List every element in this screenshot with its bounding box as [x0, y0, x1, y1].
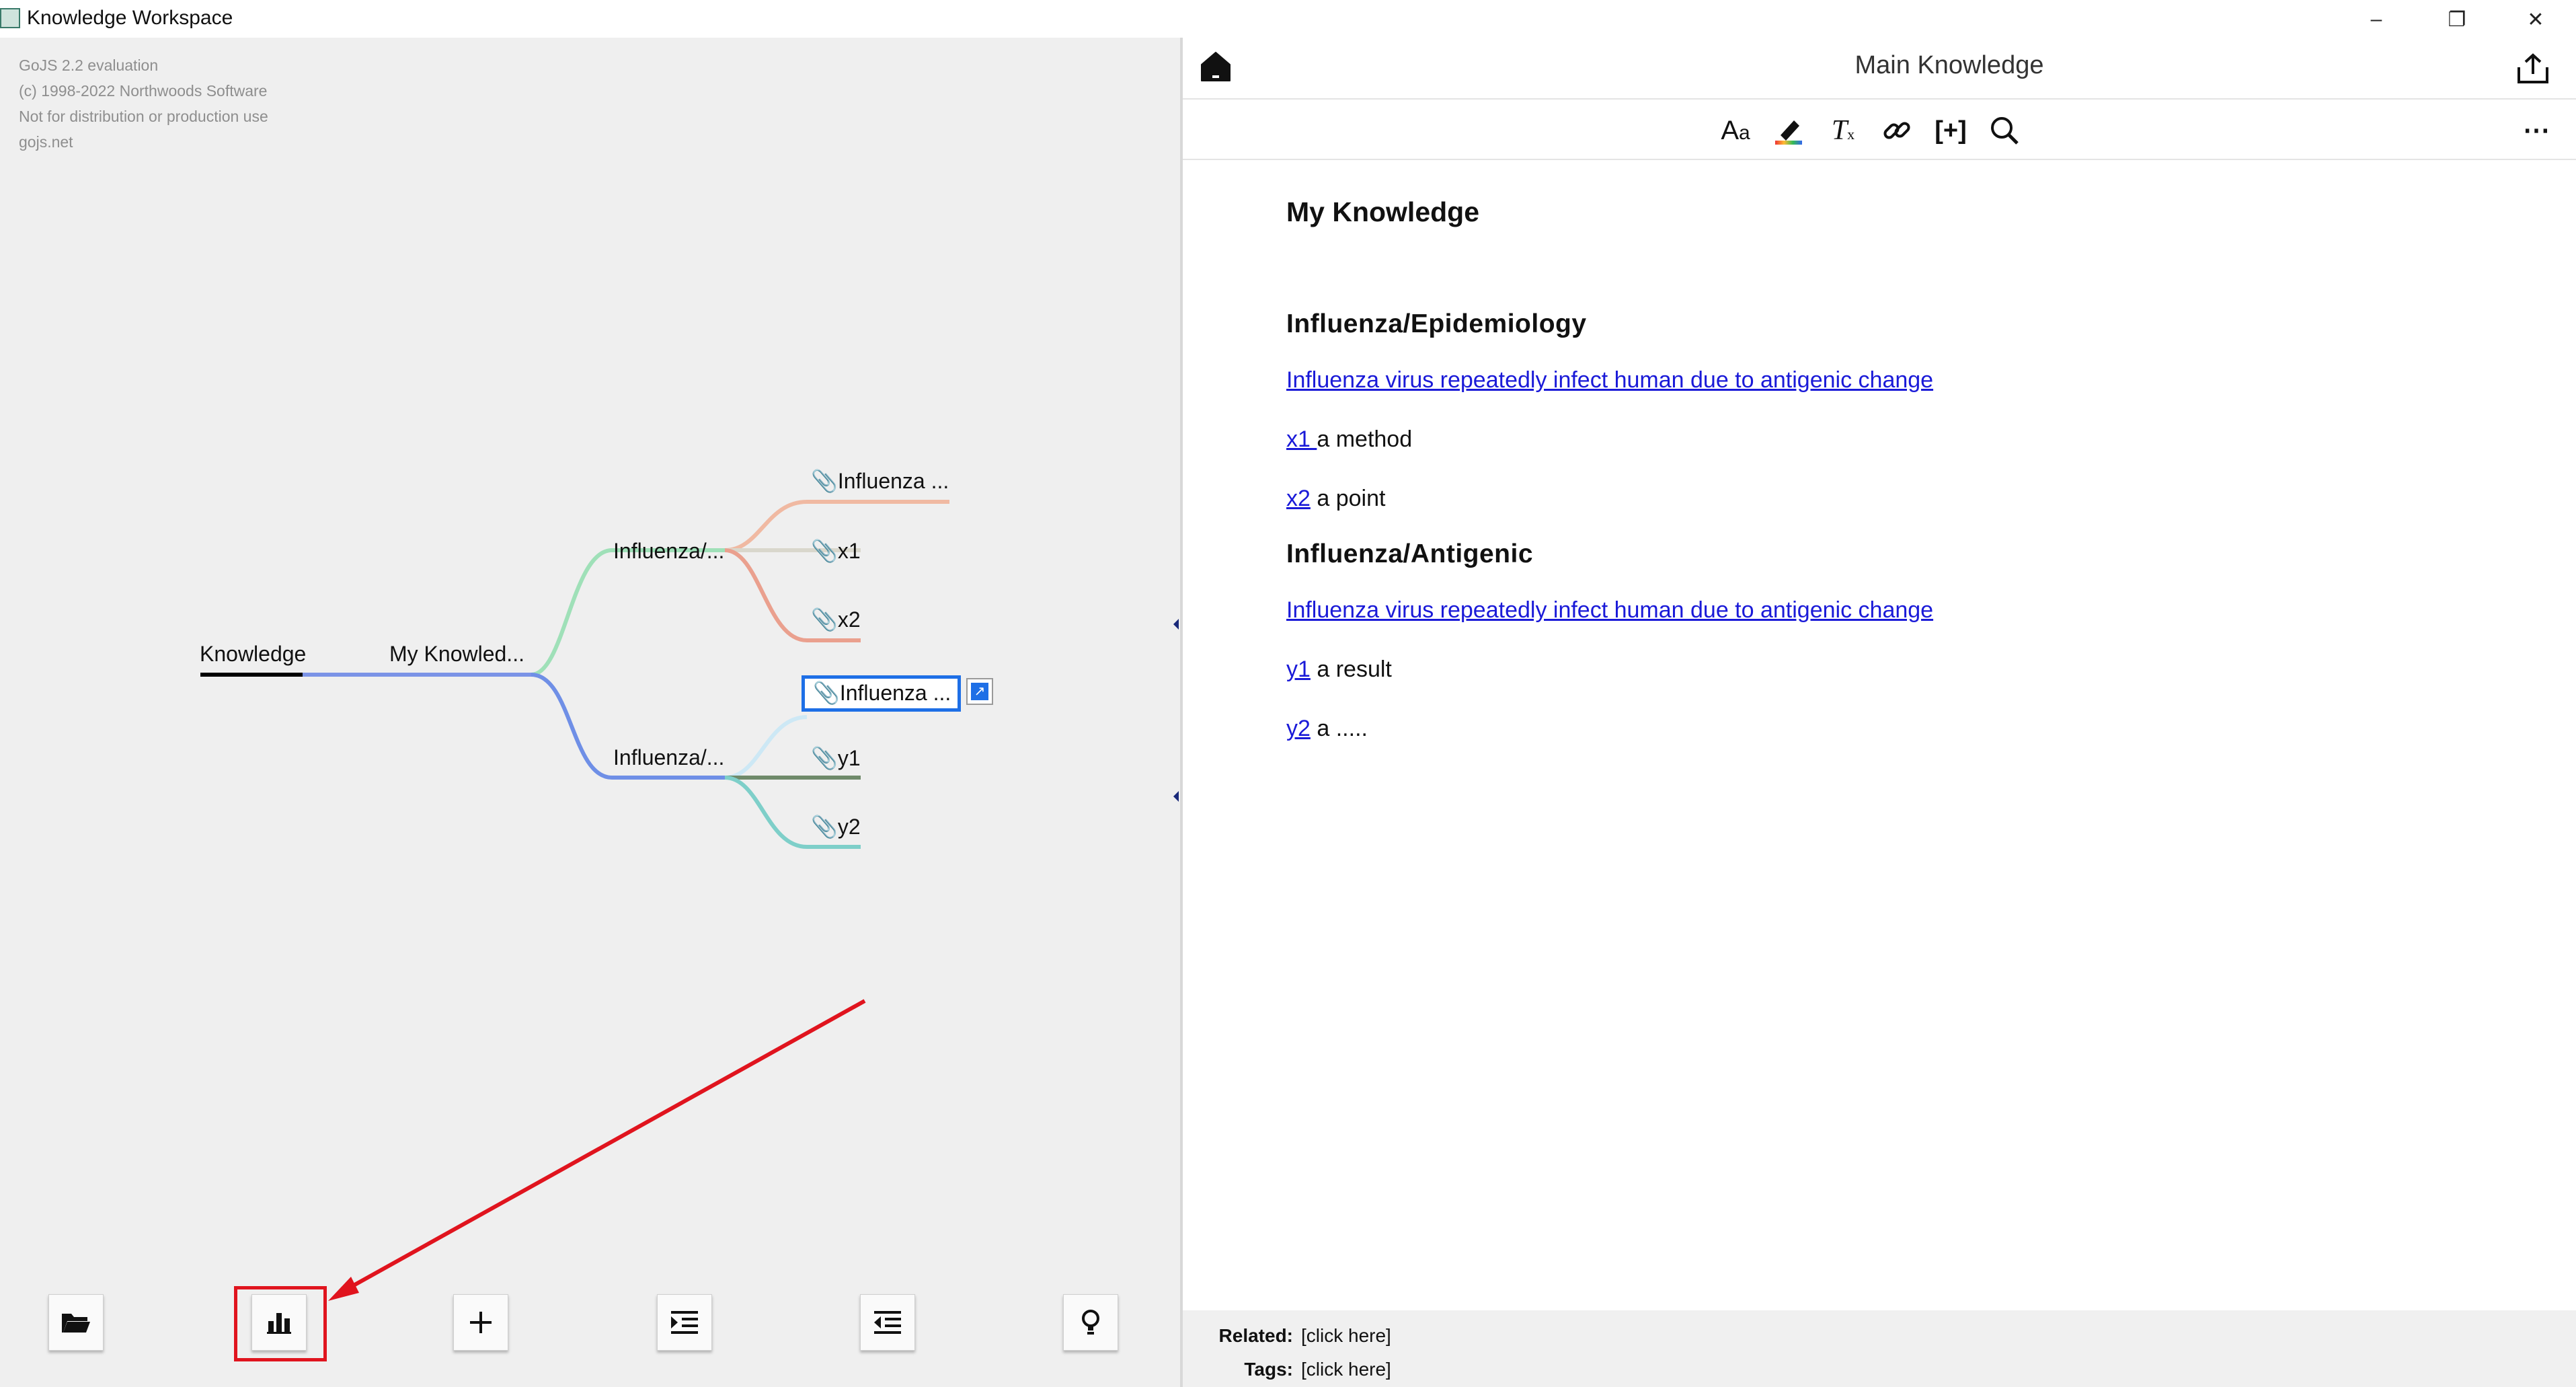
indent-icon — [671, 1311, 698, 1334]
app-icon — [0, 8, 20, 28]
paperclip-icon: 📎 — [813, 681, 840, 705]
add-node-button[interactable] — [453, 1294, 508, 1351]
toolbar-divider — [1183, 159, 2576, 160]
link-to-epidemiology — [531, 548, 613, 677]
node-root[interactable]: Knowledge — [200, 642, 306, 667]
node-leaf-y1[interactable]: 📎y1 — [811, 745, 861, 771]
font-size-icon: Aa — [1721, 115, 1750, 145]
paperclip-icon: 📎 — [811, 746, 838, 770]
section-title-antigenic: Influenza/Antigenic — [1286, 539, 1534, 568]
tags-value[interactable]: [click here] — [1301, 1359, 1391, 1380]
leaf-label: Influenza ... — [837, 469, 949, 493]
plus-icon — [470, 1312, 492, 1333]
node-influenza-antigenic[interactable]: Influenza/... — [613, 745, 724, 770]
sash-arrow-left — [1173, 619, 1179, 630]
search-button[interactable] — [1986, 110, 2023, 151]
paperclip-icon: 📎 — [811, 815, 838, 839]
outdent-button[interactable] — [860, 1294, 915, 1351]
tags-row: Tags: [click here] — [1212, 1359, 1391, 1380]
leaf-label: x2 — [837, 607, 861, 632]
item-text: a method — [1317, 426, 1413, 452]
note-footer: Related: [click here] Tags: [click here] — [1183, 1310, 2576, 1387]
note-editor: Main Knowledge Aa Tx [+] ⋯ My Knowledge … — [1183, 38, 2576, 1387]
link-to-x2 — [724, 548, 808, 642]
section-title-epidemiology: Influenza/Epidemiology — [1286, 309, 1587, 338]
link-to-antigenic — [531, 673, 613, 780]
sash-arrow-left — [1173, 791, 1179, 802]
related-row: Related: [click here] — [1212, 1325, 1391, 1347]
leaf-label: y1 — [837, 746, 861, 770]
paperclip-icon: 📎 — [811, 607, 838, 632]
insert-bracket-button[interactable]: [+] — [1932, 110, 1969, 151]
link-to-e1 — [724, 500, 808, 552]
item-link-x2[interactable]: x2 — [1286, 486, 1311, 511]
item-text: a point — [1310, 486, 1386, 511]
more-icon: ⋯ — [2523, 116, 2551, 145]
related-value[interactable]: [click here] — [1301, 1325, 1391, 1346]
item-y1: y1 a result — [1286, 657, 1392, 683]
node-leaf-x2[interactable]: 📎x2 — [811, 607, 861, 632]
item-link-y1[interactable]: y1 — [1286, 657, 1311, 682]
section-antigenic-link-paragraph: Influenza virus repeatedly infect human … — [1286, 597, 1933, 624]
home-icon[interactable] — [1199, 50, 1233, 83]
node-leaf-e1[interactable]: 📎Influenza ... — [811, 468, 949, 494]
section-epidemiology-link-paragraph: Influenza virus repeatedly infect human … — [1286, 367, 1933, 393]
note-heading: My Knowledge — [1286, 196, 1480, 227]
item-x2: x2 a point — [1286, 486, 1385, 512]
annotation-arrow — [339, 999, 866, 1295]
search-icon — [1991, 117, 2019, 145]
minimize-button[interactable]: – — [2349, 3, 2403, 36]
share-export-icon[interactable] — [2516, 52, 2550, 85]
node-leaf-x1[interactable]: 📎x1 — [811, 538, 861, 564]
more-options-button[interactable]: ⋯ — [2518, 110, 2556, 151]
font-size-button[interactable]: Aa — [1717, 110, 1754, 151]
node-leaf-a1-selected[interactable]: 📎Influenza ... — [802, 675, 962, 712]
item-link-y2[interactable]: y2 — [1286, 716, 1311, 741]
node-my-knowledge[interactable]: My Knowled... — [389, 642, 524, 667]
link-icon — [1883, 122, 1910, 139]
folder-open-icon — [62, 1314, 90, 1333]
lightbulb-icon — [1082, 1310, 1099, 1335]
open-link-icon[interactable]: ↗ — [966, 678, 993, 705]
highlight-button[interactable] — [1770, 110, 1808, 151]
close-button[interactable]: ✕ — [2509, 3, 2563, 36]
item-text: a result — [1310, 657, 1392, 682]
paperclip-icon: 📎 — [811, 469, 838, 493]
maximize-button[interactable]: ❐ — [2430, 3, 2484, 36]
related-label: Related: — [1218, 1325, 1293, 1346]
reference-link[interactable]: Influenza virus repeatedly infect human … — [1286, 597, 1933, 623]
indent-button[interactable] — [657, 1294, 712, 1351]
node-leaf-y2[interactable]: 📎y2 — [811, 814, 861, 839]
open-folder-button[interactable] — [48, 1294, 104, 1351]
window-titlebar: Knowledge Workspace – ❐ ✕ — [0, 0, 2576, 38]
item-text: a ..... — [1310, 716, 1368, 741]
outdent-icon — [874, 1311, 901, 1334]
note-title: Main Knowledge — [1855, 51, 2044, 79]
tags-label: Tags: — [1244, 1359, 1293, 1380]
reference-link[interactable]: Influenza virus repeatedly infect human … — [1286, 367, 1933, 393]
leaf-label: Influenza ... — [839, 681, 951, 705]
insert-bracket-icon: [+] — [1935, 116, 1967, 145]
mindmap-canvas[interactable]: GoJS 2.2 evaluation (c) 1998-2022 Northw… — [0, 38, 1180, 1387]
window-title: Knowledge Workspace — [27, 7, 233, 29]
annotation-arrowhead — [328, 1277, 359, 1301]
item-link-x1[interactable]: x1 — [1286, 426, 1317, 452]
title-divider — [1183, 98, 2576, 100]
annotation-highlight-box — [234, 1286, 327, 1361]
mindmap-links — [200, 500, 949, 1301]
highlighter-icon — [1775, 120, 1802, 145]
clear-format-button[interactable]: Tx — [1824, 110, 1862, 151]
item-x1: x1 a method — [1286, 426, 1412, 453]
link-to-y2 — [724, 776, 808, 849]
item-y2: y2 a ..... — [1286, 716, 1368, 742]
insert-link-button[interactable] — [1878, 110, 1916, 151]
link-to-a1 — [724, 715, 808, 780]
paperclip-icon: 📎 — [811, 539, 838, 563]
node-influenza-epidemiology[interactable]: Influenza/... — [613, 539, 724, 564]
clear-format-icon: Tx — [1831, 115, 1855, 146]
leaf-label: y2 — [837, 815, 861, 839]
leaf-label: x1 — [837, 539, 861, 563]
idea-button[interactable] — [1063, 1294, 1118, 1351]
